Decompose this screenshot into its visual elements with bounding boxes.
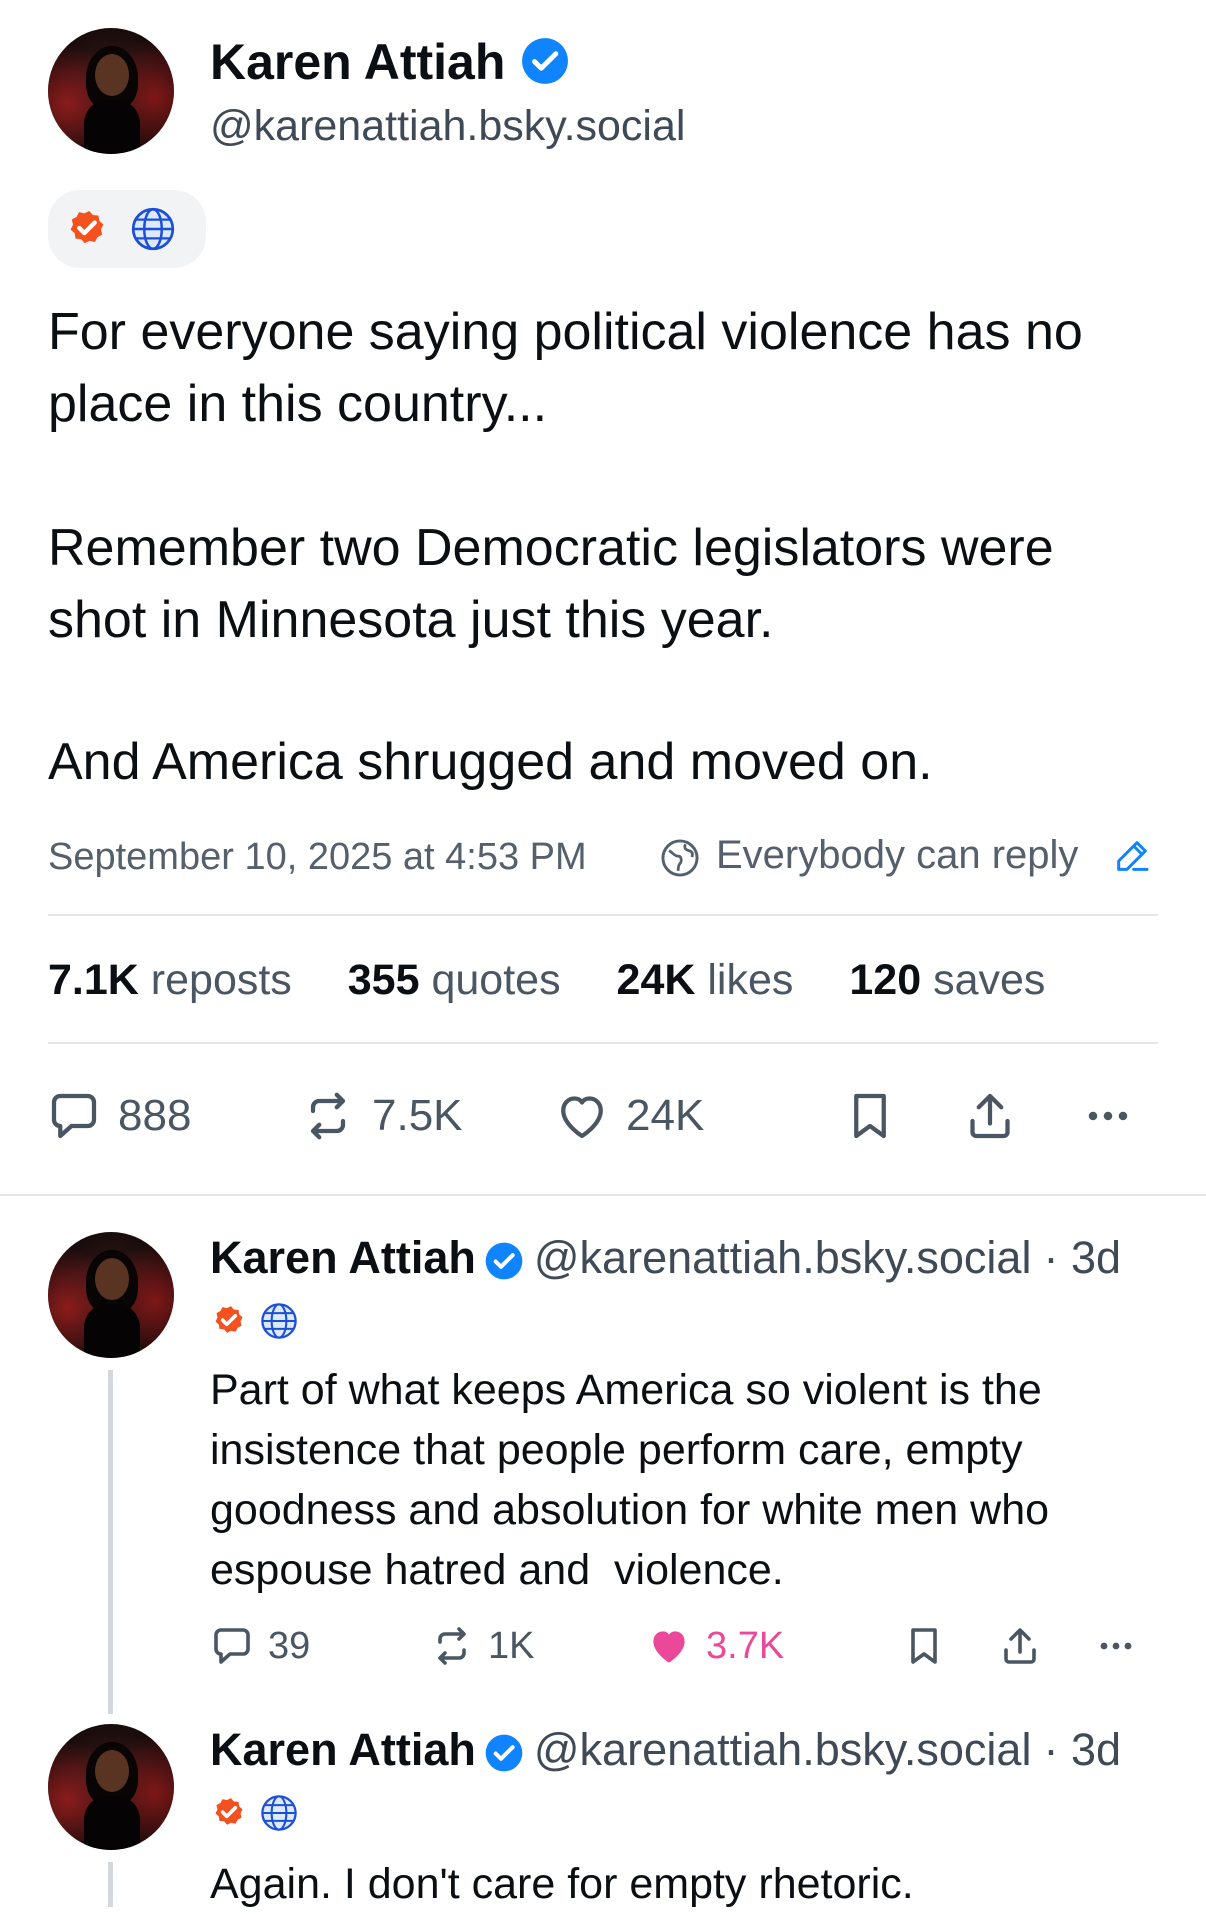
post-paragraph-2: Remember two Democratic legislators were…: [48, 519, 1069, 649]
reply-text: Part of what keeps America so violent is…: [210, 1366, 1061, 1594]
divider: [0, 1194, 1206, 1196]
post-timestamp[interactable]: September 10, 2025 at 4:53 PM: [48, 832, 587, 882]
repost-button[interactable]: 1K: [428, 1622, 534, 1670]
likes-stat[interactable]: 24K likes: [617, 956, 794, 1004]
thread-line: [108, 1370, 113, 1714]
verified-icon[interactable]: [520, 36, 570, 86]
share-icon[interactable]: [960, 1086, 1020, 1146]
repost-icon: [428, 1622, 476, 1670]
reply-text: Again. I don't care for empty rhetoric.: [210, 1860, 914, 1908]
verified-icon: [484, 1730, 524, 1772]
avatar[interactable]: [48, 1232, 174, 1358]
reposts-stat[interactable]: 7.1K reposts: [48, 956, 292, 1004]
globe-icon: [258, 1792, 300, 1834]
reply-count: 39: [268, 1624, 311, 1667]
more-icon[interactable]: [1078, 1086, 1138, 1146]
reply-button[interactable]: 888: [44, 1086, 191, 1146]
saves-stat[interactable]: 120 saves: [849, 956, 1045, 1004]
post-age[interactable]: · 3d: [1043, 1722, 1121, 1778]
thread-line: [108, 1862, 113, 1907]
more-icon[interactable]: [1092, 1622, 1140, 1670]
author-handle[interactable]: @karenattiah.bsky.social: [534, 1230, 1032, 1286]
verified-icon: [484, 1238, 524, 1280]
bookmark-icon[interactable]: [840, 1086, 900, 1146]
quotes-stat[interactable]: 355 quotes: [348, 956, 561, 1004]
globe-icon: [128, 204, 178, 254]
stats-row: 7.1K reposts 355 quotes 24K likes 120 sa…: [48, 950, 1045, 1010]
author-handle[interactable]: @karenattiah.bsky.social: [534, 1722, 1032, 1778]
avatar[interactable]: [48, 1724, 174, 1850]
heart-icon: [552, 1086, 612, 1146]
repost-icon: [298, 1086, 358, 1146]
bluesky-check-badge-icon: [210, 1302, 248, 1340]
repost-count: 1K: [488, 1624, 535, 1667]
reply-button[interactable]: 39: [208, 1622, 310, 1670]
reply-header: Karen Attiah @karenattiah.bsky.social · …: [210, 1230, 1121, 1286]
reply-header: Karen Attiah @karenattiah.bsky.social · …: [210, 1722, 1121, 1778]
divider: [48, 1042, 1158, 1044]
repost-count: 7.5K: [372, 1091, 463, 1140]
author-name[interactable]: Karen Attiah: [210, 1230, 476, 1286]
bookmark-icon[interactable]: [900, 1622, 948, 1670]
like-button[interactable]: 3.7K: [644, 1622, 784, 1670]
author-name[interactable]: Karen Attiah: [210, 30, 505, 94]
like-count: 3.7K: [706, 1624, 785, 1667]
divider: [48, 914, 1158, 916]
globe-icon: [258, 1300, 300, 1342]
edit-pencil-icon[interactable]: [1112, 836, 1152, 876]
author-name[interactable]: Karen Attiah: [210, 1722, 476, 1778]
bluesky-check-badge-icon: [210, 1794, 248, 1832]
like-count: 24K: [626, 1091, 705, 1140]
author-handle[interactable]: @karenattiah.bsky.social: [210, 98, 685, 154]
reply-icon: [44, 1086, 104, 1146]
post-paragraph-3: And America shrugged and moved on.: [48, 733, 933, 791]
post-paragraph-1: For everyone saying political violence h…: [48, 303, 1098, 433]
like-button[interactable]: 24K: [552, 1086, 704, 1146]
avatar[interactable]: [48, 28, 174, 154]
reply-icon: [208, 1622, 256, 1670]
share-icon[interactable]: [996, 1622, 1044, 1670]
badge-pill[interactable]: [48, 190, 206, 268]
reply-count: 888: [118, 1091, 192, 1140]
heart-icon: [644, 1621, 694, 1671]
repost-button[interactable]: 7.5K: [298, 1086, 463, 1146]
reply-setting[interactable]: Everybody can reply: [716, 830, 1078, 880]
bluesky-check-badge-icon: [64, 206, 110, 252]
post-age[interactable]: · 3d: [1043, 1230, 1121, 1286]
earth-reply-icon: [658, 836, 702, 880]
